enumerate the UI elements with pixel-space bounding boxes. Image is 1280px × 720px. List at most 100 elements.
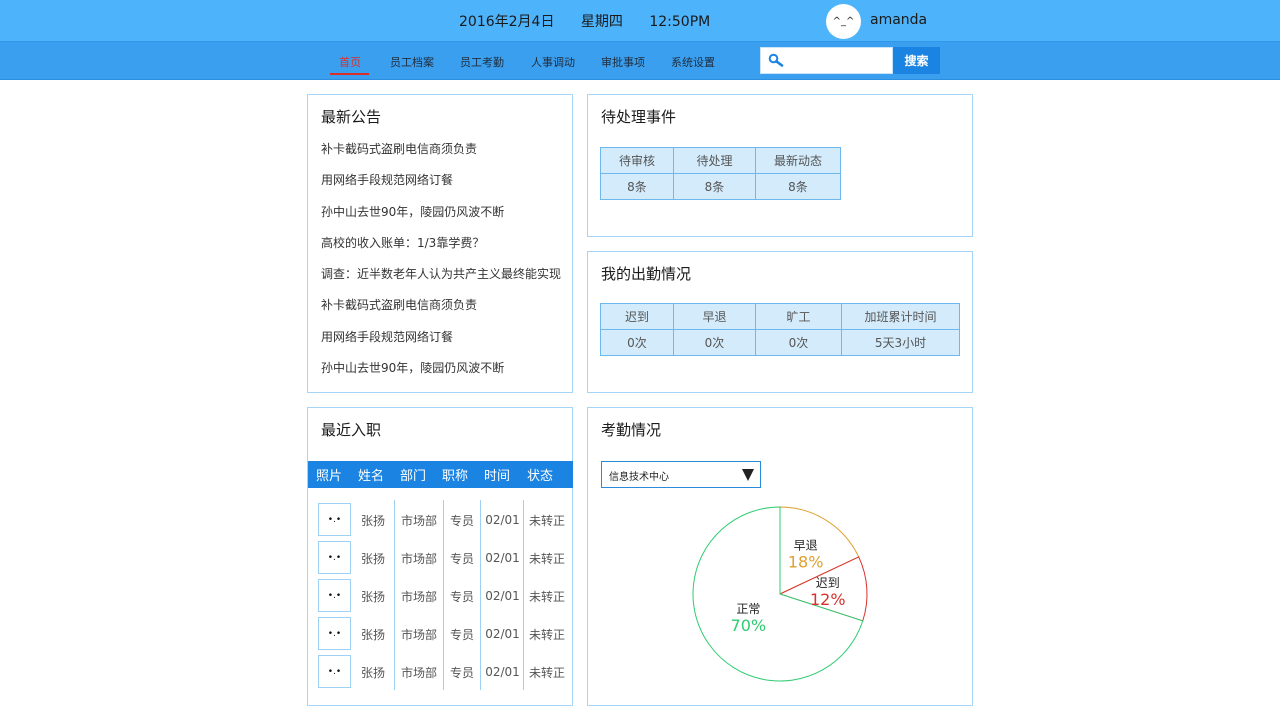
employee-date: 02/01	[485, 627, 520, 641]
pending-header-latest: 最新动态	[755, 147, 841, 174]
caret-down-icon	[742, 469, 754, 481]
attendance-value-early-leave: 0次	[673, 329, 756, 356]
attendance-pie-chart: 早退18% 迟到12% 正常70%	[692, 506, 868, 682]
employee-title: 专员	[449, 665, 474, 680]
pending-header-review: 待审核	[600, 147, 674, 174]
employee-date: 02/01	[485, 513, 520, 527]
datetime: 2016年2月4日 星期四 12:50PM	[459, 11, 732, 31]
new-hires-title: 最近入职	[321, 421, 382, 439]
employee-dept: 市场部	[400, 589, 437, 604]
pie-slice-label: 迟到	[816, 576, 840, 590]
nav-item-employee-records[interactable]: 员工档案	[390, 54, 434, 70]
pending-count-review[interactable]: 8条	[600, 173, 674, 200]
employee-name: 张扬	[360, 665, 385, 680]
nav-bar: 首页 员工档案 员工考勤 人事调动 审批事项 系统设置 搜索	[0, 41, 1280, 80]
table-row[interactable]: •.• 张扬 市场部 专员 02/01 未转正	[308, 653, 573, 691]
employee-photo: •.•	[318, 503, 351, 536]
employee-photo: •.•	[318, 579, 351, 612]
employee-photo: •.•	[318, 655, 351, 688]
attendance-stats-title: 考勤情况	[601, 421, 662, 439]
time-text: 12:50PM	[649, 14, 711, 30]
employee-name: 张扬	[360, 513, 385, 528]
table-row[interactable]: •.• 张扬 市场部 专员 02/01 未转正	[308, 615, 573, 653]
employee-title: 专员	[449, 513, 474, 528]
announcement-item[interactable]: 用网络手段规范网络订餐	[321, 328, 561, 359]
announcement-item[interactable]: 孙中山去世90年，陵园仍风波不断	[321, 359, 561, 390]
col-header-date: 时间	[483, 469, 510, 484]
my-attendance-panel: 我的出勤情况 迟到 早退 旷工 加班累计时间 0次 0次 0次 5天3小时	[587, 251, 973, 393]
employee-title: 专员	[449, 551, 474, 566]
table-row[interactable]: •.• 张扬 市场部 专员 02/01 未转正	[308, 539, 573, 577]
attendance-value-overtime: 5天3小时	[841, 329, 960, 356]
employee-date: 02/01	[485, 665, 520, 679]
announcement-item[interactable]: 补卡截码式盗刷电信商须负责	[321, 140, 561, 171]
my-attendance-table: 迟到 早退 旷工 加班累计时间 0次 0次 0次 5天3小时	[600, 303, 960, 356]
announcement-item[interactable]: 补卡截码式盗刷电信商须负责	[321, 296, 561, 327]
employee-title: 专员	[449, 589, 474, 604]
announcements-title: 最新公告	[321, 108, 382, 126]
pending-header-todo: 待处理	[673, 147, 756, 174]
pending-count-latest[interactable]: 8条	[755, 173, 841, 200]
my-attendance-title: 我的出勤情况	[601, 265, 692, 283]
announcement-item[interactable]: 高校的收入账单：1/3靠学费？	[321, 234, 561, 265]
search-input[interactable]	[760, 47, 893, 74]
employee-status: 未转正	[528, 513, 565, 528]
employee-title: 专员	[449, 627, 474, 642]
employee-name: 张扬	[360, 589, 385, 604]
employee-photo: •.•	[318, 617, 351, 650]
table-row[interactable]: •.• 张扬 市场部 专员 02/01 未转正	[308, 577, 573, 615]
employee-status: 未转正	[528, 551, 565, 566]
pie-slice-label: 早退	[794, 539, 818, 553]
top-bar: 2016年2月4日 星期四 12:50PM ^_^ amanda	[0, 0, 1280, 41]
announcements-panel: 最新公告 补卡截码式盗刷电信商须负责 用网络手段规范网络订餐 孙中山去世90年，…	[307, 94, 573, 393]
avatar[interactable]: ^_^	[826, 4, 861, 39]
search-icon	[768, 53, 784, 67]
employee-dept: 市场部	[400, 551, 437, 566]
col-header-dept: 部门	[399, 469, 426, 484]
pending-table: 待审核 待处理 最新动态 8条 8条 8条	[600, 147, 841, 200]
username[interactable]: amanda	[870, 12, 927, 28]
employee-dept: 市场部	[400, 627, 437, 642]
employee-status: 未转正	[528, 665, 565, 680]
new-hires-header: 照片 姓名 部门 职称 时间 状态	[308, 461, 573, 488]
attendance-header-absent: 旷工	[755, 303, 842, 330]
employee-date: 02/01	[485, 589, 520, 603]
department-select-value: 信息技术中心	[609, 472, 669, 483]
attendance-header-late: 迟到	[600, 303, 674, 330]
employee-status: 未转正	[528, 627, 565, 642]
employee-photo: •.•	[318, 541, 351, 574]
attendance-header-overtime: 加班累计时间	[841, 303, 960, 330]
employee-status: 未转正	[528, 589, 565, 604]
new-hires-list: •.• 张扬 市场部 专员 02/01 未转正 •.• 张扬 市场部 专员 02/01 未转正 •.• 张…	[308, 501, 573, 691]
nav-item-personnel-transfer[interactable]: 人事调动	[531, 54, 575, 70]
table-row[interactable]: •.• 张扬 市场部 专员 02/01 未转正	[308, 501, 573, 539]
col-header-name: 姓名	[357, 469, 384, 484]
attendance-stats-panel: 考勤情况 信息技术中心 早退 18% 迟到 12% 正常 70%	[587, 407, 973, 706]
announcement-list: 补卡截码式盗刷电信商须负责 用网络手段规范网络订餐 孙中山去世90年，陵园仍风波…	[321, 140, 561, 390]
pie-slice-value: 12%	[810, 590, 846, 609]
col-header-status: 状态	[526, 469, 553, 484]
employee-dept: 市场部	[400, 513, 437, 528]
col-header-title: 职称	[441, 469, 468, 484]
attendance-value-late: 0次	[600, 329, 674, 356]
employee-name: 张扬	[360, 551, 385, 566]
attendance-value-absent: 0次	[755, 329, 842, 356]
nav-item-approvals[interactable]: 审批事项	[601, 54, 645, 70]
department-select[interactable]: 信息技术中心	[601, 461, 761, 488]
announcement-item[interactable]: 孙中山去世90年，陵园仍风波不断	[321, 203, 561, 234]
nav-item-employee-attendance[interactable]: 员工考勤	[460, 54, 504, 70]
date-text: 2016年2月4日	[459, 14, 555, 30]
pending-count-todo[interactable]: 8条	[673, 173, 756, 200]
announcement-item[interactable]: 调查：近半数老年人认为共产主义最终能实现	[321, 265, 561, 296]
new-hires-panel: 最近入职 照片 姓名 部门 职称 时间 状态 •.• 张扬 市场部 专员 02/01 未转…	[307, 407, 573, 706]
nav-active-underline	[330, 73, 369, 75]
announcement-item[interactable]: 用网络手段规范网络订餐	[321, 171, 561, 202]
nav-item-home[interactable]: 首页	[339, 54, 361, 70]
employee-dept: 市场部	[400, 665, 437, 680]
nav-item-system-settings[interactable]: 系统设置	[671, 54, 715, 70]
weekday-text: 星期四	[580, 14, 623, 30]
search-button[interactable]: 搜索	[893, 47, 940, 74]
pending-panel: 待处理事件 待审核 待处理 最新动态 8条 8条 8条	[587, 94, 973, 237]
pie-slice-label: 正常	[736, 602, 760, 616]
pie-slice-value: 18%	[788, 553, 824, 572]
